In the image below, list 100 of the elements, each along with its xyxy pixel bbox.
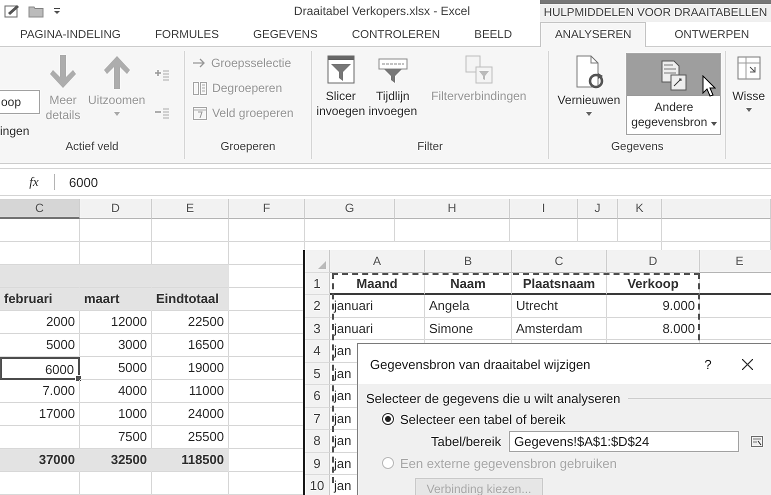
column-header[interactable]: E xyxy=(700,250,771,272)
table-cell: januari xyxy=(330,295,425,318)
range-picker-icon xyxy=(751,436,763,446)
column-header[interactable]: D xyxy=(607,250,700,272)
context-tab-group-title: HULPMIDDELEN VOOR DRAAITABELLEN xyxy=(540,0,771,22)
clear-button[interactable]: Wisse xyxy=(730,51,767,116)
table-cell: 24000 xyxy=(152,403,229,426)
table-cell: 12000 xyxy=(80,311,152,334)
formula-input[interactable]: 6000 xyxy=(69,174,98,190)
ribbon-tab[interactable]: ONTWERPEN xyxy=(660,22,764,47)
table-cell: Maand xyxy=(330,272,425,295)
row-header[interactable]: 6 xyxy=(305,385,330,408)
column-header[interactable]: B xyxy=(425,250,512,272)
ribbon-tab[interactable]: GEGEVENS xyxy=(247,22,324,47)
expand-field-icon[interactable] xyxy=(155,69,170,83)
table-cell: Angela xyxy=(425,295,512,318)
pointer-icon xyxy=(702,75,716,97)
ribbon-tab[interactable]: PAGINA-INDELING xyxy=(14,22,127,47)
table-cell: 22500 xyxy=(152,311,229,334)
table-cell xyxy=(578,219,618,242)
edit-icon[interactable] xyxy=(4,4,20,18)
caret-icon xyxy=(710,122,717,126)
table-cell xyxy=(80,472,152,495)
ungroup-icon xyxy=(193,82,208,94)
ribbon-tab[interactable]: BEELD xyxy=(468,22,518,47)
table-document-icon xyxy=(658,60,689,92)
column-header[interactable]: G xyxy=(305,199,395,219)
collapse-field-icon[interactable] xyxy=(155,107,170,121)
table-cell: februari xyxy=(0,288,80,311)
column-header[interactable]: A xyxy=(330,250,425,272)
filter-connections-icon xyxy=(464,55,494,85)
filter-command[interactable]: Slicer invoegen xyxy=(316,51,366,123)
group-label: Groeperen xyxy=(219,141,276,155)
row-header[interactable]: 5 xyxy=(305,362,330,385)
caret-icon xyxy=(114,112,120,116)
table-cell: Amsterdam xyxy=(512,318,607,340)
table-cell xyxy=(80,219,152,242)
table-cell: Eindtotaal xyxy=(152,288,229,311)
table-cell: 6000 xyxy=(0,357,80,380)
active-field-input[interactable]: oop xyxy=(0,90,40,114)
table-cell: 2000 xyxy=(0,311,80,334)
column-header[interactable]: F xyxy=(229,199,305,219)
table-cell: maart xyxy=(80,288,152,311)
table-cell: Plaatsnaam xyxy=(512,272,607,295)
funnel-table-icon xyxy=(326,55,356,85)
table-cell: 4000 xyxy=(80,380,152,403)
row-header[interactable]: 2 xyxy=(305,295,330,318)
column-header[interactable]: E xyxy=(152,199,229,219)
table-cell: 1000 xyxy=(80,403,152,426)
row-header[interactable]: 9 xyxy=(305,452,330,475)
group-label: Actief veld xyxy=(64,141,120,155)
table-cell: 118500 xyxy=(152,449,229,472)
row-header[interactable]: 7 xyxy=(305,408,330,430)
group-label: Filter xyxy=(416,141,444,155)
refresh-document-icon xyxy=(574,55,604,89)
column-header[interactable]: K xyxy=(618,199,662,219)
column-header[interactable]: H xyxy=(395,199,510,219)
dropdown-icon[interactable] xyxy=(53,6,61,16)
field-settings-label[interactable]: ingen xyxy=(0,124,40,138)
table-cell xyxy=(510,219,578,242)
filter-command[interactable]: Tijdlijn invoegen xyxy=(368,51,418,123)
row-header[interactable]: 3 xyxy=(305,318,330,340)
help-button[interactable]: ? xyxy=(693,356,723,372)
ribbon-tab[interactable]: ANALYSEREN xyxy=(540,22,646,47)
window-title: Draaitabel Verkopers.xlsx - Excel xyxy=(294,4,470,18)
ribbon-tab[interactable]: FORMULES xyxy=(148,22,225,47)
radio-button[interactable] xyxy=(382,413,394,425)
close-icon xyxy=(742,358,752,370)
table-cell: Utrecht xyxy=(512,295,607,318)
caret-icon xyxy=(746,108,752,112)
refresh-button[interactable]: Vernieuwen xyxy=(553,51,624,120)
table-cell: 11000 xyxy=(152,380,229,403)
table-cell: 3000 xyxy=(80,334,152,357)
field-label: Tabel/bereik xyxy=(431,434,502,448)
change-data-source-button[interactable]: Andere gegevensbron xyxy=(626,53,722,135)
table-cell: 5000 xyxy=(0,334,80,357)
column-header[interactable]: C xyxy=(512,250,607,272)
table-cell: 19000 xyxy=(152,357,229,380)
column-header[interactable]: J xyxy=(578,199,618,219)
ribbon-tab[interactable]: CONTROLEREN xyxy=(346,22,446,47)
arrow-right-icon xyxy=(193,57,206,69)
folder-icon[interactable] xyxy=(28,4,45,18)
row-header[interactable]: 10 xyxy=(305,475,330,495)
table-cell: Verkoop xyxy=(607,272,700,295)
range-input[interactable]: Gegevens!$A$1:$D$24 xyxy=(509,430,739,452)
column-header[interactable]: I xyxy=(510,199,578,219)
calendar-icon xyxy=(193,106,208,120)
arrow-up-icon xyxy=(104,55,130,89)
function-label[interactable]: fx xyxy=(14,174,55,190)
table-cell: Naam xyxy=(425,272,512,295)
group-label: Gegevens xyxy=(610,141,665,155)
table-cell: 37000 xyxy=(0,449,80,472)
row-header[interactable]: 8 xyxy=(305,430,330,452)
row-header[interactable]: 1 xyxy=(305,272,330,295)
arrow-down-icon xyxy=(50,55,76,89)
table-cell: Simone xyxy=(425,318,512,340)
column-header[interactable]: C xyxy=(0,199,80,219)
column-header[interactable]: D xyxy=(80,199,152,219)
row-header[interactable]: 4 xyxy=(305,340,330,362)
table-cell: 7.000 xyxy=(0,380,80,403)
